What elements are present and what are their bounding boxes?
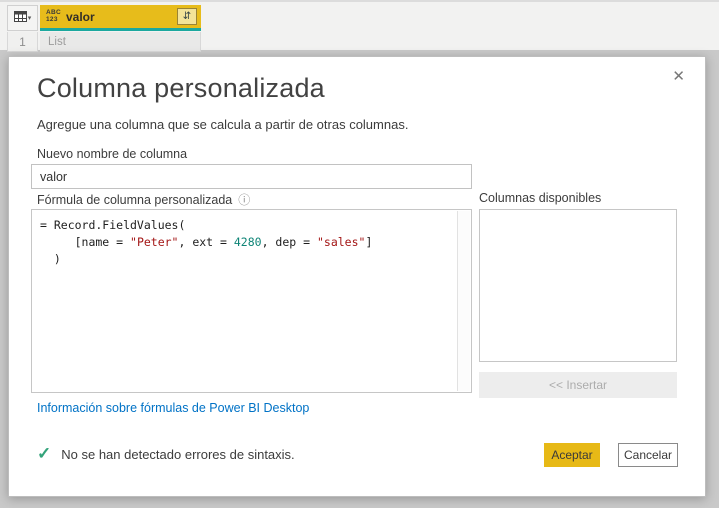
available-columns-label: Columnas disponibles: [479, 191, 602, 205]
new-column-name-label: Nuevo nombre de columna: [37, 147, 188, 161]
info-icon[interactable]: ⓘ: [238, 191, 250, 208]
formula-label: Fórmula de columna personalizada: [37, 192, 233, 207]
check-icon: ✓: [37, 444, 52, 463]
close-icon[interactable]: ✕: [668, 65, 689, 87]
new-column-name-input[interactable]: [31, 164, 472, 189]
query-editor-grid: ▾ ABC 123 valor ⇵ 1 List: [0, 0, 719, 52]
table-icon: [13, 9, 27, 27]
column-header-valor[interactable]: ABC 123 valor ⇵: [40, 5, 201, 28]
formula-help-link[interactable]: Información sobre fórmulas de Power BI D…: [37, 401, 309, 415]
list-cell[interactable]: List: [40, 32, 201, 52]
custom-column-dialog: ✕ Columna personalizada Agregue una colu…: [8, 56, 706, 497]
insert-button[interactable]: << Insertar: [479, 372, 677, 398]
dialog-title: Columna personalizada: [37, 73, 325, 103]
column-quality-bar: [40, 28, 201, 31]
formula-scrollbar[interactable]: [457, 211, 470, 391]
dialog-subtitle: Agregue una columna que se calcula a par…: [37, 117, 409, 132]
row-number[interactable]: 1: [7, 32, 38, 52]
cancel-button[interactable]: Cancelar: [618, 443, 678, 467]
formula-code[interactable]: = Record.FieldValues( [name = "Peter", e…: [32, 210, 456, 392]
formula-editor[interactable]: = Record.FieldValues( [name = "Peter", e…: [31, 209, 472, 393]
syntax-status-text: No se han detectado errores de sintaxis.: [61, 446, 295, 462]
accept-button[interactable]: Aceptar: [544, 443, 600, 467]
table-menu-caret-icon: ▾: [27, 15, 32, 22]
available-columns-list[interactable]: [479, 209, 677, 362]
column-name: valor: [65, 9, 95, 24]
select-all-table-button[interactable]: ▾: [7, 5, 38, 31]
expand-arrows-icon[interactable]: ⇵: [177, 8, 197, 25]
column-type-abc123-icon: ABC 123: [46, 9, 61, 23]
formula-label-row: Fórmula de columna personalizada ⓘ: [37, 191, 250, 208]
syntax-status: ✓ No se han detectado errores de sintaxi…: [37, 444, 295, 464]
